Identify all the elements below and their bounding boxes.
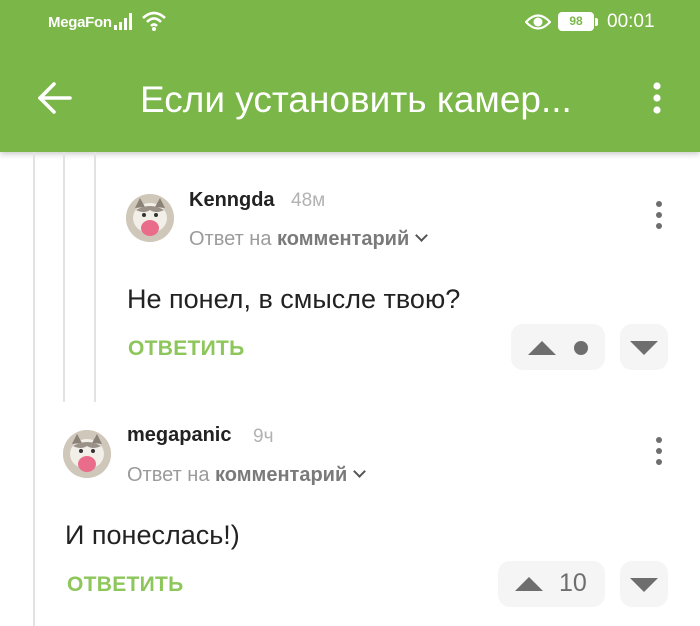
thread-line	[33, 152, 35, 626]
vote-up-widget: 10	[498, 561, 605, 607]
page-title: Если установить камер...	[140, 79, 572, 120]
reply-link[interactable]: Ответ на комментарий	[127, 464, 367, 487]
thread-line	[94, 152, 96, 402]
vote-up-widget	[511, 324, 605, 370]
reply-target[interactable]: комментарий	[215, 464, 347, 486]
eye-icon	[525, 14, 551, 30]
avatar[interactable]	[126, 194, 174, 242]
status-time: 00:01	[607, 11, 655, 32]
more-menu-icon[interactable]	[640, 78, 674, 118]
avatar[interactable]	[63, 430, 111, 478]
downvote-icon[interactable]	[630, 341, 658, 355]
battery-level: 98	[560, 14, 592, 29]
reply-prefix: Ответ на	[189, 228, 272, 250]
cat-avatar-icon	[63, 430, 111, 478]
vote-down-widget[interactable]	[620, 324, 668, 370]
reply-target[interactable]: комментарий	[277, 228, 409, 250]
comment-score: 10	[559, 569, 587, 597]
chevron-down-icon[interactable]	[353, 465, 367, 478]
chevron-down-icon[interactable]	[415, 229, 429, 242]
reply-prefix: Ответ на	[127, 464, 210, 486]
comment-menu-icon[interactable]	[649, 199, 669, 233]
comment-text: Не понел, в смысле твою?	[127, 284, 461, 314]
cat-avatar-icon	[126, 194, 174, 242]
wifi-icon	[142, 11, 166, 31]
comment-author[interactable]: Kenngda	[189, 189, 275, 212]
reply-button[interactable]: ОТВЕТИТЬ	[128, 337, 245, 361]
reply-button[interactable]: ОТВЕТИТЬ	[67, 573, 184, 597]
upvote-icon[interactable]	[528, 341, 556, 355]
battery-icon: 98	[558, 12, 598, 31]
comment-time: 48м	[291, 190, 326, 211]
downvote-icon[interactable]	[630, 578, 658, 592]
comment-menu-icon[interactable]	[649, 435, 669, 469]
upvote-icon[interactable]	[515, 577, 543, 591]
carrier-name: MegaFon	[48, 14, 112, 31]
back-arrow-icon[interactable]	[30, 78, 78, 118]
comment-text: И понеслась!)	[65, 520, 240, 550]
thread-line	[63, 152, 65, 402]
comment-time: 9ч	[253, 426, 274, 447]
app-header: MegaFon 98 00:01 Если установить камер..…	[0, 0, 700, 152]
score-dot	[574, 341, 588, 355]
status-bar: MegaFon 98 00:01	[0, 0, 700, 44]
comment-author[interactable]: megapanic	[127, 424, 231, 447]
signal-icon	[114, 13, 132, 30]
vote-down-widget[interactable]	[620, 561, 668, 607]
reply-link[interactable]: Ответ на комментарий	[189, 228, 429, 251]
